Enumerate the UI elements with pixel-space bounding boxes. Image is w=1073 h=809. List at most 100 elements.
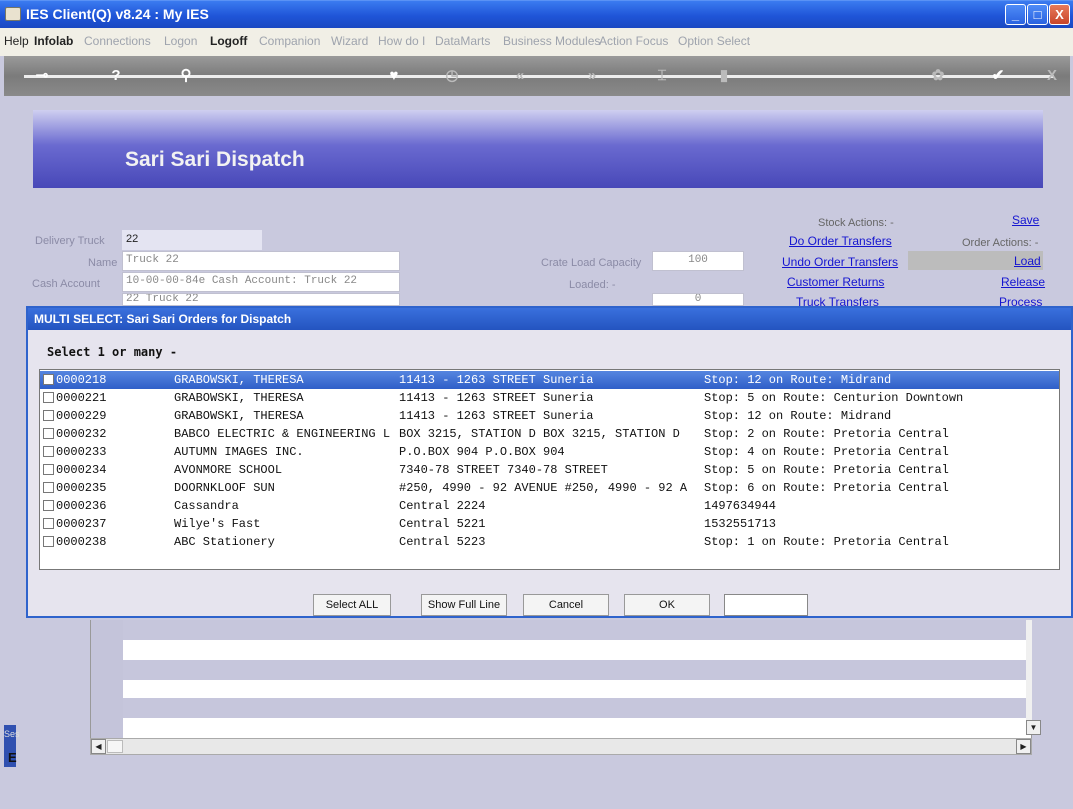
scroll-right-icon[interactable]: ▶ [1016, 739, 1031, 754]
crate-load-capacity-label: Crate Load Capacity [541, 257, 642, 269]
customer-name: GRABOWSKI, THERESA [174, 409, 304, 423]
customer-address: Central 5223 [399, 535, 486, 549]
menu-how-do-i[interactable]: How do I [378, 34, 425, 48]
order-id: 0000237 [56, 517, 107, 531]
loaded-field[interactable]: 0 [652, 293, 744, 306]
heart-icon[interactable]: ♥ [382, 64, 406, 88]
route-info: Stop: 12 on Route: Midrand [704, 409, 892, 423]
customer-name: AVONMORE SCHOOL [174, 463, 283, 477]
route-info: Stop: 1 on Route: Pretoria Central [704, 535, 949, 549]
list-item[interactable]: 0000229 GRABOWSKI, THERESA 11413 - 1263 … [40, 407, 1059, 425]
row-checkbox[interactable] [43, 446, 54, 457]
list-item[interactable]: 0000238 ABC Stationery Central 5223 Stop… [40, 533, 1059, 551]
menu-logon[interactable]: Logon [164, 34, 197, 48]
row-checkbox[interactable] [43, 482, 54, 493]
list-item[interactable]: 0000221 GRABOWSKI, THERESA 11413 - 1263 … [40, 389, 1059, 407]
do-order-transfers-link[interactable]: Do Order Transfers [789, 234, 892, 248]
route-info: Stop: 5 on Route: Pretoria Central [704, 463, 949, 477]
minimize-button[interactable]: _ [1005, 4, 1026, 25]
back-icon[interactable]: « [508, 64, 532, 88]
app-icon [5, 7, 21, 21]
maximize-button[interactable]: □ [1027, 4, 1048, 25]
list-item[interactable]: 0000236 Cassandra Central 2224 149763494… [40, 497, 1059, 515]
customer-address: Central 5221 [399, 517, 486, 531]
show-full-line-button[interactable]: Show Full Line [421, 594, 507, 616]
select-all-button[interactable]: Select ALL [313, 594, 391, 616]
route-info: Stop: 5 on Route: Centurion Downtown [704, 391, 964, 405]
customer-name: Cassandra [174, 499, 239, 513]
menu-datamarts[interactable]: DataMarts [435, 34, 490, 48]
menu-bar: Help Infolab Connections Logon Logoff Co… [0, 28, 1073, 56]
menu-logoff[interactable]: Logoff [210, 34, 247, 48]
selection-input[interactable] [724, 594, 808, 616]
name-field[interactable]: Truck 22 [122, 251, 400, 271]
scroll-thumb[interactable] [107, 740, 123, 753]
list-item[interactable]: 0000237 Wilye's Fast Central 5221 153255… [40, 515, 1059, 533]
row-checkbox[interactable] [43, 392, 54, 403]
close-button[interactable]: X [1049, 4, 1070, 25]
route-info: Stop: 6 on Route: Pretoria Central [704, 481, 949, 495]
menu-business-modules[interactable]: Business Modules [503, 34, 600, 48]
process-link[interactable]: Process [999, 295, 1042, 306]
loaded-label: Loaded: - [569, 279, 616, 291]
scroll-left-icon[interactable]: ◀ [91, 739, 106, 754]
truck-field-partial[interactable]: 22 Truck 22 [122, 293, 400, 306]
save-link[interactable]: Save [1012, 213, 1039, 227]
menu-wizard[interactable]: Wizard [331, 34, 368, 48]
list-item[interactable]: 0000232 BABCO ELECTRIC & ENGINEERING L B… [40, 425, 1059, 443]
cash-account-field[interactable]: 10-00-00-84e Cash Account: Truck 22 [122, 272, 400, 292]
forward-icon[interactable]: » [580, 64, 604, 88]
side-text: Ses [4, 729, 20, 739]
tools-icon[interactable]: ⌶ [650, 64, 674, 88]
help-icon[interactable]: ? [104, 64, 128, 88]
crate-load-capacity-field[interactable]: 100 [652, 251, 744, 271]
doc-icon[interactable]: ▮ [712, 64, 736, 88]
grid-scroll-track[interactable] [1026, 620, 1032, 720]
customer-name: ABC Stationery [174, 535, 275, 549]
horizontal-scrollbar[interactable]: ◀ ▶ [90, 738, 1032, 755]
settings-icon[interactable]: ✿ [926, 64, 950, 88]
menu-companion[interactable]: Companion [259, 34, 320, 48]
customer-returns-link[interactable]: Customer Returns [787, 275, 884, 289]
release-link[interactable]: Release [1001, 275, 1045, 289]
undo-order-transfers-link[interactable]: Undo Order Transfers [782, 255, 898, 269]
exit-icon[interactable]: X [1040, 64, 1064, 88]
menu-infolab[interactable]: Infolab [34, 34, 73, 48]
customer-name: GRABOWSKI, THERESA [174, 391, 304, 405]
check-icon[interactable]: ✔ [986, 64, 1010, 88]
clock-icon[interactable]: ◷ [440, 64, 464, 88]
row-checkbox[interactable] [43, 428, 54, 439]
title-bar: IES Client(Q) v8.24 : My IES _ □ X [0, 0, 1073, 28]
menu-option-select[interactable]: Option Select [678, 34, 750, 48]
row-checkbox[interactable] [43, 536, 54, 547]
route-info: 1532551713 [704, 517, 777, 531]
truck-transfers-link[interactable]: Truck Transfers [796, 295, 879, 306]
list-item[interactable]: 0000218 GRABOWSKI, THERESA 11413 - 1263 … [40, 371, 1059, 389]
menu-action-focus[interactable]: Action Focus [599, 34, 668, 48]
row-checkbox[interactable] [43, 518, 54, 529]
search-icon[interactable]: ⚲ [174, 64, 198, 88]
order-id: 0000218 [56, 373, 107, 387]
row-checkbox[interactable] [43, 500, 54, 511]
cancel-button[interactable]: Cancel [523, 594, 609, 616]
list-item[interactable]: 0000233 AUTUMN IMAGES INC. P.O.BOX 904 P… [40, 443, 1059, 461]
load-link[interactable]: Load [1014, 254, 1041, 268]
row-checkbox[interactable] [43, 410, 54, 421]
list-item[interactable]: 0000235 DOORNKLOOF SUN #250, 4990 - 92 A… [40, 479, 1059, 497]
order-list[interactable]: 0000218 GRABOWSKI, THERESA 11413 - 1263 … [39, 369, 1060, 570]
cash-account-label: Cash Account [32, 278, 100, 290]
row-checkbox[interactable] [43, 374, 54, 385]
menu-help[interactable]: Help [4, 34, 29, 48]
ok-button[interactable]: OK [624, 594, 710, 616]
customer-address: 11413 - 1263 STREET Suneria [399, 409, 594, 423]
customer-address: BOX 3215, STATION D BOX 3215, STATION D [399, 427, 680, 441]
row-checkbox[interactable] [43, 464, 54, 475]
menu-connections[interactable]: Connections [84, 34, 151, 48]
customer-name: Wilye's Fast [174, 517, 261, 531]
order-id: 0000221 [56, 391, 107, 405]
list-item[interactable]: 0000234 AVONMORE SCHOOL 7340-78 STREET 7… [40, 461, 1059, 479]
order-id: 0000233 [56, 445, 107, 459]
key-icon[interactable]: ⊸ [30, 64, 54, 88]
scroll-down-icon[interactable]: ▼ [1026, 720, 1041, 735]
delivery-truck-field[interactable]: 22 [122, 230, 262, 250]
